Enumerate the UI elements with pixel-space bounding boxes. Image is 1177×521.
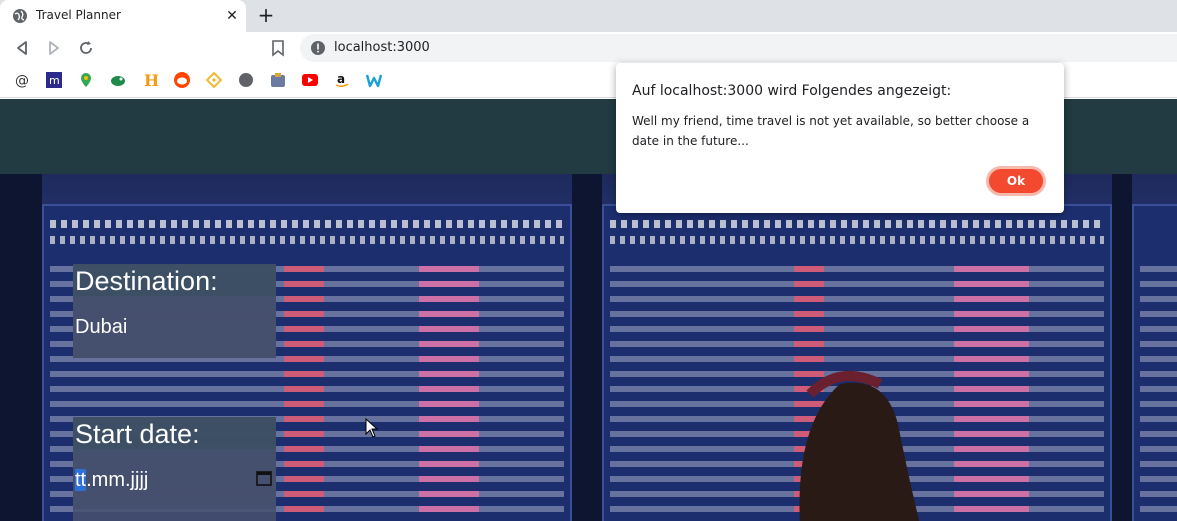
close-icon[interactable]: ✕ [224,7,240,23]
svg-text:H: H [144,72,158,88]
browser-tab[interactable]: Travel Planner ✕ [0,0,246,32]
w-bookmark-icon[interactable] [366,72,382,88]
start-date-group: Start date: tt.mm.jjjj [73,417,276,521]
back-icon[interactable] [12,38,32,58]
m-bookmark-icon[interactable]: m [46,72,62,88]
bird-icon[interactable] [110,72,126,88]
address-bar[interactable]: localhost:3000 [300,34,1177,62]
globe-icon [13,9,27,23]
tab-strip: Travel Planner ✕ + [0,0,1177,32]
folder-bookmark-icon[interactable] [270,72,286,88]
globe-icon[interactable] [238,72,254,88]
date-day-segment[interactable]: tt [75,469,87,491]
youtube-icon[interactable] [302,72,318,88]
amazon-icon[interactable]: a [334,72,350,88]
calendar-icon[interactable] [255,469,273,487]
info-icon[interactable] [310,40,326,56]
svg-text:a: a [337,72,345,86]
alert-dialog: Auf localhost:3000 wird Folgendes angeze… [616,63,1064,213]
binance-icon[interactable] [206,72,222,88]
traveler-silhouette [799,371,920,521]
maps-pin-icon[interactable] [78,72,94,88]
url-text: localhost:3000 [334,40,430,55]
forward-icon[interactable] [44,38,64,58]
start-date-label: Start date: [73,417,276,452]
destination-value: Dubai [75,316,128,338]
start-date-input[interactable]: tt.mm.jjjj [73,449,276,509]
ok-button[interactable]: Ok [986,166,1046,196]
date-placeholder: .mm.jjjj [86,469,149,491]
reddit-icon[interactable] [174,72,190,88]
tab-title: Travel Planner [36,8,121,22]
svg-text:@: @ [15,73,29,88]
dialog-title: Auf localhost:3000 wird Folgendes angeze… [632,83,952,99]
destination-label: Destination: [73,264,276,299]
reload-icon[interactable] [76,38,96,58]
dialog-message: Well my friend, time travel is not yet a… [632,114,1030,148]
svg-text:m: m [49,74,60,87]
at-sign-icon[interactable]: @ [14,72,30,88]
bookmark-icon[interactable] [270,38,286,58]
new-tab-button[interactable]: + [256,5,276,25]
browser-toolbar: localhost:3000 [0,32,1177,64]
mouse-cursor-icon [365,418,379,438]
h-bookmark-icon[interactable]: H [142,72,158,88]
destination-input[interactable]: Dubai [73,296,276,358]
destination-group: Destination: Dubai [73,264,276,358]
